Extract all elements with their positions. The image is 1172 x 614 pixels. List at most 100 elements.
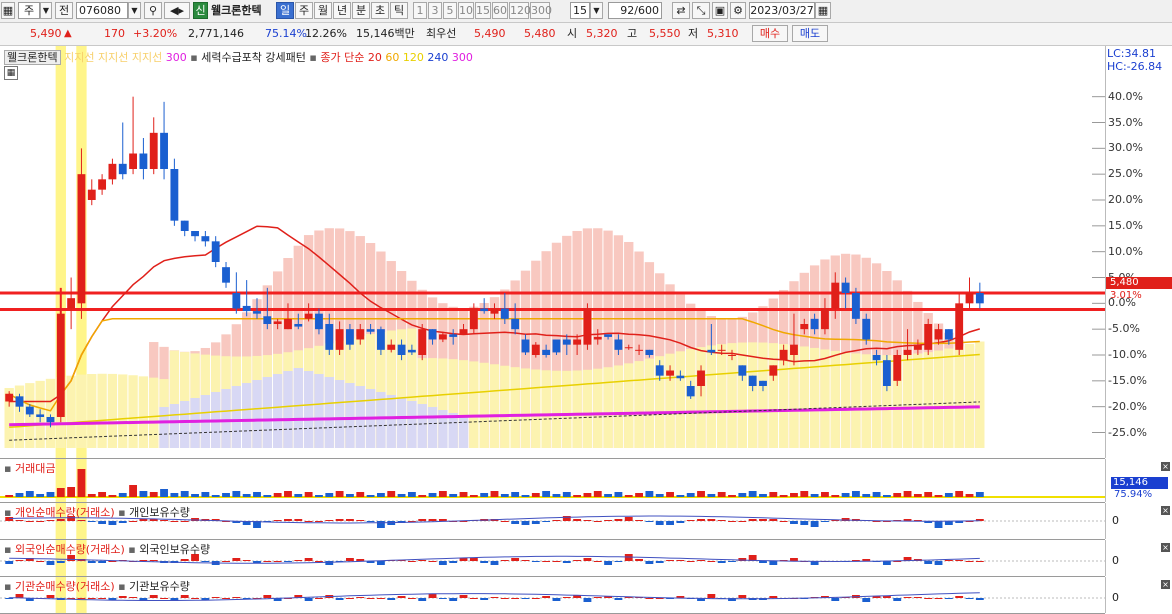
foreign-sub-text: 외국인보유수량 <box>139 543 211 556</box>
period-button-5[interactable]: 초 <box>371 2 389 19</box>
close-icon[interactable]: × <box>1161 580 1170 589</box>
candle <box>913 344 922 350</box>
volume-bar <box>335 491 344 497</box>
candle <box>593 336 602 340</box>
candle <box>211 241 220 262</box>
bg-bar <box>541 370 551 448</box>
volume-axis: × 15,146 75.94% <box>1105 459 1172 502</box>
market-select[interactable]: 주 <box>18 2 40 19</box>
interval-button-10[interactable]: 10 <box>458 2 474 19</box>
period-button-3[interactable]: 년 <box>333 2 351 19</box>
chart-grid-icon[interactable]: ▦ <box>4 66 18 80</box>
candle <box>666 370 674 376</box>
volume-bar <box>738 493 747 497</box>
flow-bar <box>521 521 530 525</box>
period-button-2[interactable]: 월 <box>314 2 332 19</box>
bg-bar <box>954 346 964 448</box>
flow-bar <box>882 596 891 598</box>
price-chart[interactable] <box>0 46 1105 458</box>
chevron-down-icon[interactable]: ▼ <box>40 2 52 19</box>
flow-bar <box>779 521 788 522</box>
flow-bar <box>511 558 520 561</box>
flow-bar <box>738 521 747 522</box>
volume-bar <box>263 495 272 497</box>
save-icon[interactable]: ▣ <box>712 2 728 19</box>
flow-bar <box>882 561 891 565</box>
bg-bar <box>345 383 355 448</box>
period-button-4[interactable]: 분 <box>352 2 370 19</box>
flow-bar <box>315 521 323 522</box>
candle <box>851 293 860 319</box>
sell-button[interactable]: 매도 <box>792 25 828 42</box>
interval-button-5[interactable]: 5 <box>443 2 457 19</box>
flow-bar <box>366 521 375 522</box>
interval-button-15[interactable]: 15 <box>475 2 491 19</box>
gear-icon[interactable]: ⚙ <box>730 2 746 19</box>
flow-bar <box>593 561 602 562</box>
date-input[interactable]: 2023/03/27 <box>749 2 815 19</box>
candle <box>273 321 282 324</box>
flow-bar <box>428 594 437 598</box>
candle <box>160 132 168 169</box>
candle <box>552 339 561 353</box>
interval-count[interactable]: 15 <box>570 2 590 19</box>
candle <box>325 324 334 350</box>
volume-panel[interactable]: ▪ 거래대금 <box>0 459 1105 503</box>
bg-bar <box>242 383 252 448</box>
volume-chart[interactable] <box>0 459 1105 502</box>
code-dropdown-icon[interactable]: ▼ <box>128 2 141 19</box>
institution-panel[interactable]: ▪ 기관순매수량(거래소) ▪ 기관보유수량 <box>0 577 1105 614</box>
zero-label: 0 <box>1112 591 1119 604</box>
foreign-panel[interactable]: ▪ 외국인순매수량(거래소) ▪ 외국인보유수량 <box>0 540 1105 577</box>
search-icon[interactable]: ⚲ <box>144 2 162 19</box>
close-icon[interactable]: × <box>1161 543 1170 552</box>
individual-panel[interactable]: ▪ 개인순매수량(거래소) ▪ 개인보유수량 <box>0 503 1105 540</box>
candle <box>583 308 592 345</box>
interval-dropdown-icon[interactable]: ▼ <box>590 2 603 19</box>
close-icon[interactable]: × <box>1161 462 1170 471</box>
interval-button-60[interactable]: 60 <box>492 2 508 19</box>
buy-button[interactable]: 매수 <box>752 25 788 42</box>
calendar-icon[interactable]: ▦ <box>815 2 831 19</box>
y-tick-label: 30.0% <box>1108 141 1143 155</box>
flow-bar <box>490 561 499 565</box>
interval-button-3[interactable]: 3 <box>428 2 442 19</box>
flow-bar <box>666 521 674 525</box>
flow-bar <box>335 519 344 521</box>
flow-bar <box>934 598 943 599</box>
flow-bar <box>965 598 974 599</box>
speaker-icon[interactable]: ◀▸ <box>164 2 190 19</box>
prev-button[interactable]: 전 <box>55 2 73 19</box>
flow-bar <box>36 561 45 562</box>
legend-ma-label: 종가 단순 <box>320 51 365 64</box>
bg-bar <box>180 401 190 448</box>
bg-bar <box>324 377 334 448</box>
interval-button-300[interactable]: 300 <box>530 2 552 19</box>
candle <box>759 380 767 386</box>
close-icon[interactable]: × <box>1161 506 1170 515</box>
flow-bar <box>934 561 943 565</box>
flow-bar <box>562 561 571 563</box>
candle <box>903 349 912 355</box>
interval-button-120[interactable]: 120 <box>509 2 531 19</box>
trend-icon[interactable]: ⤡ <box>692 2 710 19</box>
flow-bar <box>418 598 427 601</box>
flow-bar <box>573 560 582 561</box>
flow-bar <box>87 521 96 522</box>
interval-button-1[interactable]: 1 <box>413 2 427 19</box>
compare-icon[interactable]: ⇄ <box>672 2 690 19</box>
period-button-1[interactable]: 주 <box>295 2 313 19</box>
candle <box>521 339 530 353</box>
period-button-0[interactable]: 일 <box>276 2 294 19</box>
period-button-6[interactable]: 틱 <box>390 2 408 19</box>
stock-code-input[interactable]: 076080 <box>76 2 128 19</box>
bar-count-input[interactable]: 92/600 <box>608 2 662 19</box>
flow-bar <box>469 558 478 561</box>
price-panel[interactable]: 웰크론한텍 지지선 지지선 지지선 300 ▪ 세력수급포착 강세패턴 ▪ 종가… <box>0 46 1105 459</box>
bg-bar <box>283 371 293 448</box>
flow-bar <box>304 558 313 561</box>
quote-bar: 5,490 ▲ 170 +3.20% 2,771,146 75.14% 12.2… <box>0 23 1172 46</box>
flow-bar <box>77 598 86 599</box>
institution-sub-text: 기관보유수량 <box>129 580 190 593</box>
grid-icon[interactable]: ▦ <box>1 2 15 19</box>
